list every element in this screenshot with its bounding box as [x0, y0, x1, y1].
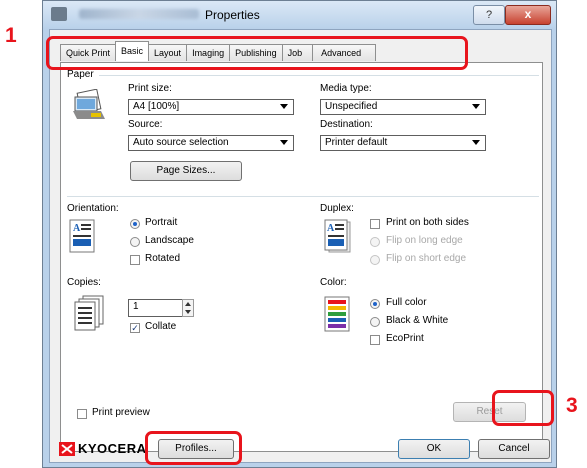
ecoprint-checkbox[interactable] — [370, 335, 380, 345]
spin-up-icon[interactable] — [185, 302, 191, 306]
media-type-label: Media type: — [320, 83, 372, 94]
callout-box-2 — [145, 431, 242, 465]
collate-checkbox[interactable]: ✓ — [130, 323, 140, 333]
full-color-radio[interactable] — [370, 299, 380, 309]
black-white-radio[interactable] — [370, 317, 380, 327]
duplex-document-icon: A — [324, 219, 351, 253]
chevron-down-icon — [280, 104, 288, 109]
blurred-printer-name — [79, 9, 199, 19]
rotated-label[interactable]: Rotated — [145, 253, 180, 264]
callout-box-1 — [46, 36, 468, 70]
source-select[interactable]: Auto source selection — [128, 135, 294, 151]
print-size-label: Print size: — [128, 83, 172, 94]
destination-label: Destination: — [320, 119, 373, 130]
print-both-sides-label[interactable]: Print on both sides — [386, 217, 469, 228]
portrait-label[interactable]: Portrait — [145, 217, 177, 228]
print-preview-label[interactable]: Print preview — [92, 407, 150, 418]
window-title: Properties — [205, 8, 260, 22]
paper-stack-icon — [73, 89, 105, 119]
ok-button[interactable]: OK — [398, 439, 470, 459]
collate-label[interactable]: Collate — [145, 321, 176, 332]
basic-panel: Paper Print size: A4 [100%] Source: Auto… — [60, 62, 543, 452]
printer-icon — [51, 7, 67, 21]
orientation-label: Orientation: — [67, 203, 119, 214]
paper-group-label: Paper — [67, 69, 94, 80]
page-sizes-button[interactable]: Page Sizes... — [130, 161, 242, 181]
section-divider — [67, 196, 539, 197]
color-document-icon — [324, 296, 350, 332]
rotated-checkbox[interactable] — [130, 255, 140, 265]
print-both-sides-checkbox[interactable] — [370, 219, 380, 229]
color-label: Color: — [320, 277, 347, 288]
dialog-body: Quick Print Basic Layout Imaging Publish… — [49, 29, 552, 463]
properties-window: Properties ? x Quick Print Basic Layout … — [42, 0, 557, 468]
kyocera-brand: KYOCERA — [78, 441, 147, 456]
title-bar: Properties ? x — [43, 1, 556, 29]
source-value: Auto source selection — [133, 137, 229, 148]
svg-text:A: A — [327, 223, 335, 234]
copies-value: 1 — [133, 301, 139, 312]
help-button[interactable]: ? — [473, 5, 505, 25]
tab-basic[interactable]: Basic — [115, 41, 150, 61]
destination-value: Printer default — [325, 137, 388, 148]
landscape-label[interactable]: Landscape — [145, 235, 194, 246]
callout-number-3: 3 — [566, 394, 578, 417]
destination-select[interactable]: Printer default — [320, 135, 486, 151]
flip-long-edge-label: Flip on long edge — [386, 235, 463, 246]
full-color-label[interactable]: Full color — [386, 297, 427, 308]
paper-divider — [99, 75, 539, 76]
source-label: Source: — [128, 119, 163, 130]
portrait-document-icon: A — [69, 219, 95, 253]
print-preview-checkbox[interactable] — [77, 409, 87, 419]
landscape-radio[interactable] — [130, 237, 140, 247]
callout-box-3 — [492, 390, 554, 426]
black-white-label[interactable]: Black & White — [386, 315, 448, 326]
copies-spinner[interactable] — [182, 299, 194, 317]
spin-down-icon[interactable] — [185, 310, 191, 314]
close-button[interactable]: x — [505, 5, 551, 25]
cancel-button[interactable]: Cancel — [478, 439, 550, 459]
media-type-select[interactable]: Unspecified — [320, 99, 486, 115]
flip-short-edge-radio[interactable] — [370, 255, 380, 265]
copies-label: Copies: — [67, 277, 101, 288]
duplex-label: Duplex: — [320, 203, 354, 214]
chevron-down-icon — [472, 104, 480, 109]
chevron-down-icon — [472, 140, 480, 145]
callout-number-1: 1 — [5, 24, 17, 47]
flip-long-edge-radio[interactable] — [370, 237, 380, 247]
print-size-value: A4 [100%] — [133, 101, 180, 112]
portrait-radio[interactable] — [130, 219, 140, 229]
flip-short-edge-label: Flip on short edge — [386, 253, 467, 264]
svg-text:A: A — [73, 223, 81, 234]
print-size-select[interactable]: A4 [100%] — [128, 99, 294, 115]
kyocera-logo-icon — [59, 442, 75, 456]
media-type-value: Unspecified — [325, 101, 378, 112]
ecoprint-label[interactable]: EcoPrint — [386, 333, 424, 344]
copies-stack-icon — [74, 295, 104, 331]
chevron-down-icon — [280, 140, 288, 145]
